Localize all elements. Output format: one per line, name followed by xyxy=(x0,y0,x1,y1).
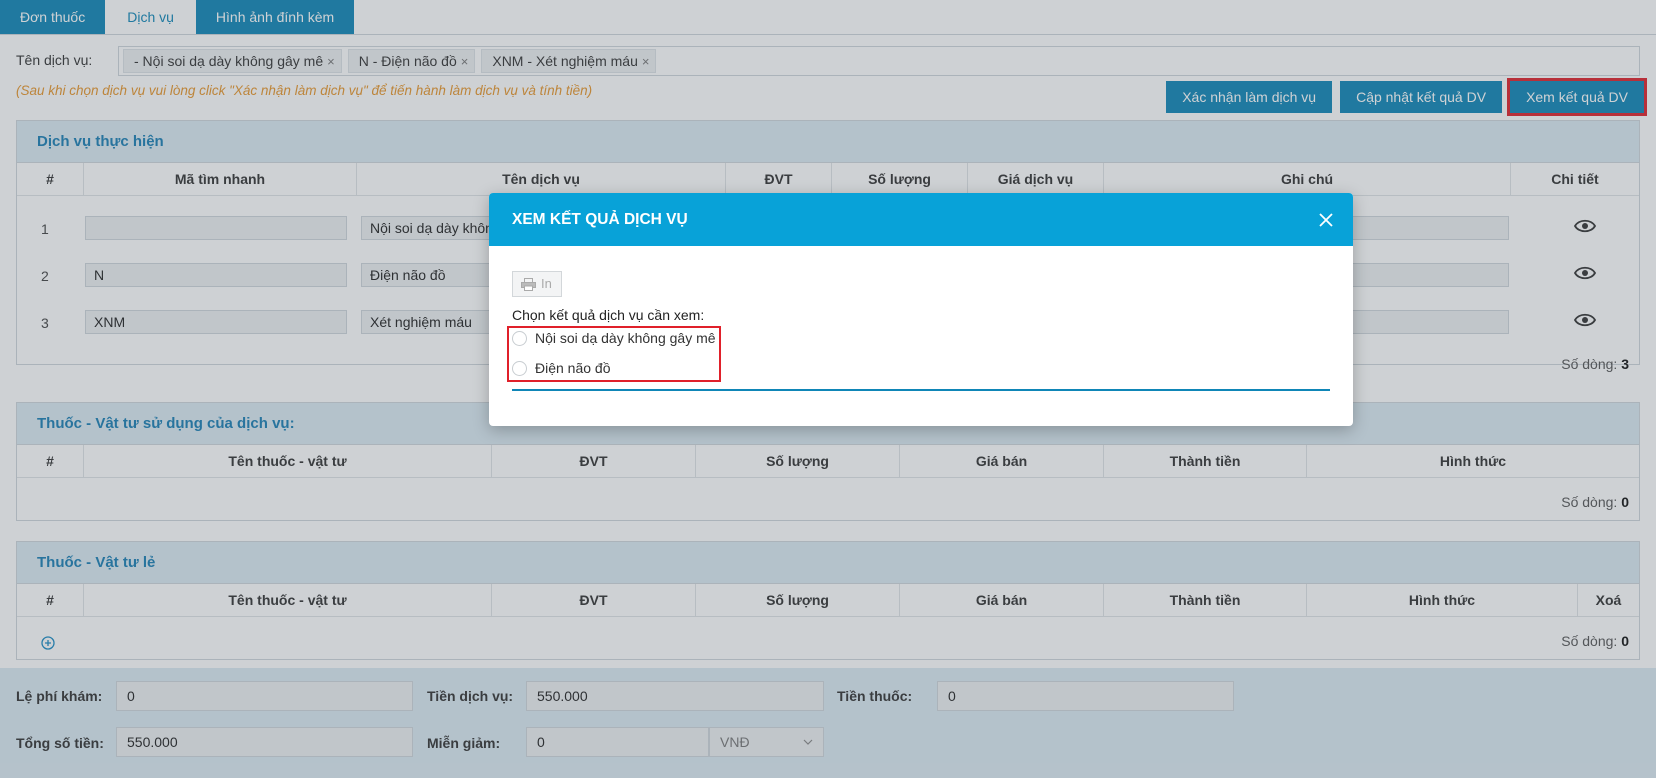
modal-divider xyxy=(512,389,1330,391)
radio-icon[interactable] xyxy=(512,361,527,376)
modal-header: XEM KẾT QUẢ DỊCH VỤ xyxy=(489,193,1353,246)
modal-title: XEM KẾT QUẢ DỊCH VỤ xyxy=(512,211,688,228)
close-icon[interactable] xyxy=(1317,211,1335,229)
print-button[interactable]: In xyxy=(512,271,562,297)
result-option-endoscopy[interactable]: Nội soi dạ dày không gây mê xyxy=(512,330,716,346)
radio-icon[interactable] xyxy=(512,331,527,346)
view-result-modal: XEM KẾT QUẢ DỊCH VỤ In Chọn kết quả dịch… xyxy=(489,193,1353,426)
result-option-eeg[interactable]: Điện não đồ xyxy=(512,360,611,376)
choose-result-label: Chọn kết quả dịch vụ cần xem: xyxy=(512,307,705,323)
printer-icon xyxy=(521,278,536,291)
